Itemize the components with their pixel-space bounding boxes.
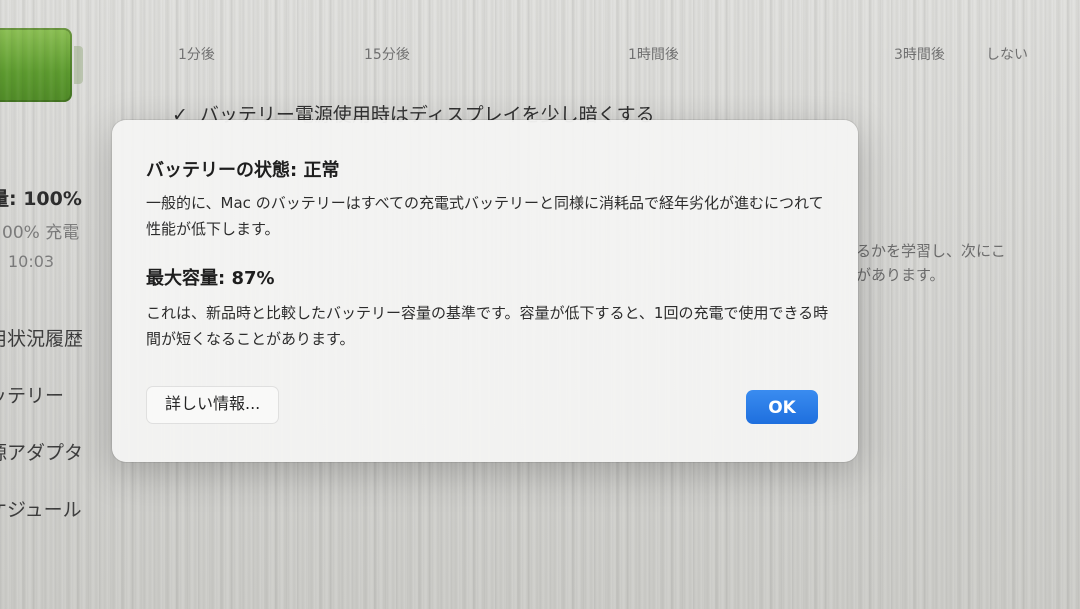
battery-settings-screen: 1分後 15分後 1時間後 3時間後 しない ✓ バッテリー電源使用時はディスプレ…	[0, 0, 1080, 609]
more-info-button[interactable]: 詳しい情報...	[146, 386, 280, 424]
display-off-timeline[interactable]: 1分後 15分後 1時間後 3時間後 しない	[0, 44, 1080, 68]
battery-condition-description: 一般的に、Mac のバッテリーはすべての充電式バッテリーと同様に消耗品で経年劣化…	[146, 194, 824, 238]
timeline-label: 3時間後	[894, 47, 945, 63]
charged-status-text: 00% 充電	[2, 223, 80, 243]
sidebar-item-schedule[interactable]: ケジュール	[0, 495, 82, 522]
battery-health-dialog: バッテリーの状態: 正常 一般的に、Mac のバッテリーはすべての充電式バッテリ…	[112, 120, 858, 462]
sidebar: 量: 100% 00% 充電 10:03 用状況履歴 ッテリー 源アダプタ ケジ…	[0, 0, 110, 609]
battery-condition-heading: バッテリーの状態: 正常	[146, 160, 340, 181]
sidebar-item-battery[interactable]: ッテリー	[0, 381, 64, 408]
optimized-charging-description: があります。	[856, 266, 945, 284]
battery-level-text: 量: 100%	[0, 188, 82, 210]
maximum-capacity-heading: 最大容量: 87%	[146, 268, 275, 289]
timeline-label: 1分後	[178, 47, 215, 63]
ok-button[interactable]: OK	[746, 390, 818, 424]
sidebar-item-usage-history[interactable]: 用状況履歴	[0, 324, 83, 351]
timeline-label: しない	[986, 47, 1028, 63]
timeline-label: 1時間後	[628, 47, 679, 63]
optimized-charging-description: るかを学習し、次にこ	[856, 242, 1006, 260]
maximum-capacity-description: これは、新品時と比較したバッテリー容量の基準です。容量が低下すると、1回の充電で…	[146, 304, 829, 348]
sidebar-item-power-adapter[interactable]: 源アダプタ	[0, 438, 83, 465]
last-charged-time: 10:03	[8, 252, 55, 271]
timeline-label: 15分後	[364, 47, 410, 63]
